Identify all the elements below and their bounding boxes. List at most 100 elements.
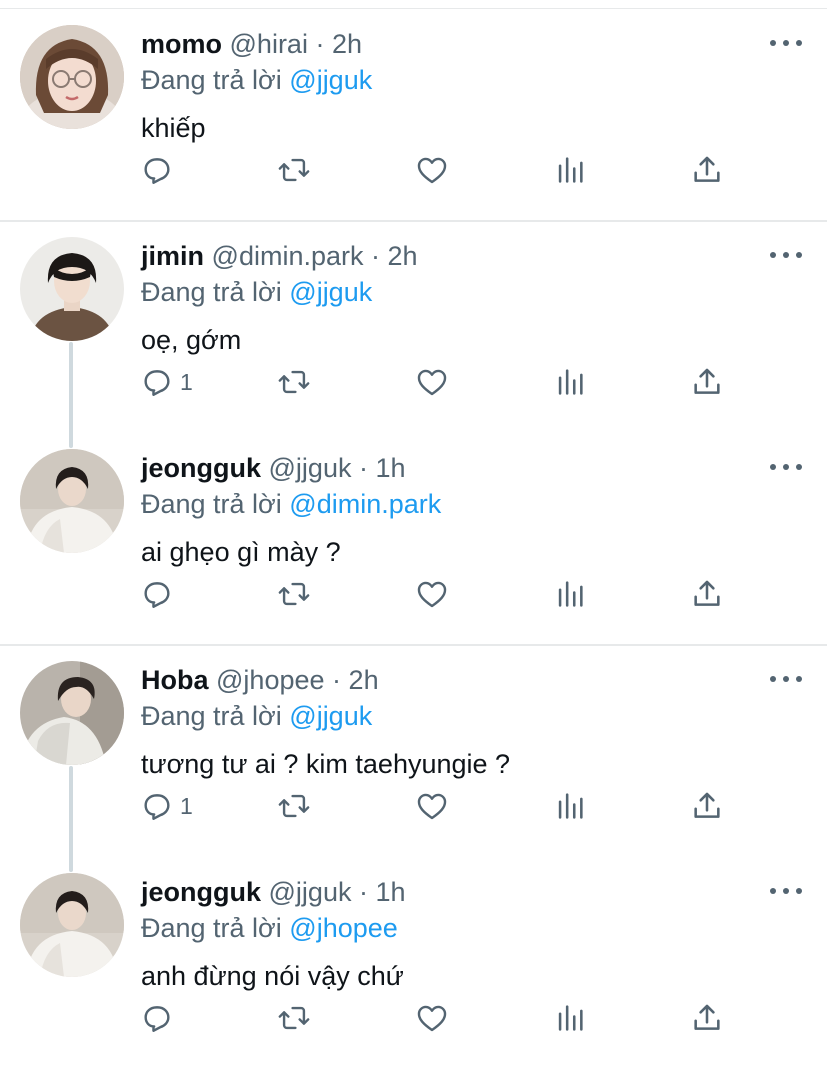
- tweet-text: ai ghẹo gì mày ?: [141, 537, 341, 567]
- views-button[interactable]: [553, 784, 587, 828]
- avatar-image: [20, 237, 124, 341]
- replying-to-label: Đang trả lời: [141, 65, 282, 95]
- tweet-text: oẹ, gớm: [141, 325, 242, 355]
- timestamp[interactable]: 2h: [388, 241, 418, 271]
- replying-to-label: Đang trả lời: [141, 913, 282, 943]
- mention-link[interactable]: @jjguk: [289, 65, 372, 95]
- retweet-icon: [278, 1006, 310, 1030]
- views-button[interactable]: [553, 360, 587, 404]
- replying-to: Đang trả lời @dimin.park: [141, 484, 441, 524]
- display-name[interactable]: jeongguk: [141, 453, 261, 483]
- like-button[interactable]: [415, 572, 449, 616]
- timestamp[interactable]: 2h: [332, 29, 362, 59]
- avatar[interactable]: [20, 25, 124, 129]
- replying-to-label: Đang trả lời: [141, 489, 282, 519]
- reply-button[interactable]: [140, 148, 180, 192]
- reply-count: 1: [180, 368, 193, 395]
- display-name[interactable]: Hoba: [141, 665, 209, 695]
- views-icon: [558, 793, 583, 819]
- mention-link[interactable]: @jjguk: [289, 277, 372, 307]
- reply-button[interactable]: 1: [140, 360, 193, 404]
- like-button[interactable]: [415, 996, 449, 1040]
- more-icon[interactable]: [770, 454, 802, 480]
- share-button[interactable]: [690, 784, 724, 828]
- more-icon[interactable]: [770, 666, 802, 692]
- like-button[interactable]: [415, 148, 449, 192]
- display-name[interactable]: jimin: [141, 241, 204, 271]
- retweet-button[interactable]: [277, 148, 311, 192]
- reply-icon: [144, 158, 170, 184]
- more-icon[interactable]: [770, 30, 802, 56]
- mention-link[interactable]: @dimin.park: [289, 489, 441, 519]
- share-icon: [694, 580, 720, 606]
- user-handle[interactable]: @jjguk: [269, 453, 352, 483]
- reply-icon: [144, 582, 170, 608]
- more-icon[interactable]: [770, 878, 802, 904]
- avatar[interactable]: [20, 237, 124, 341]
- avatar-image: [20, 873, 124, 977]
- views-icon: [558, 581, 583, 607]
- retweet-icon: [278, 370, 310, 394]
- share-icon: [694, 1004, 720, 1030]
- reply-button[interactable]: [140, 572, 180, 616]
- action-bar: [0, 148, 827, 192]
- tweet-header: jeongguk @jjguk · 1h: [141, 872, 406, 912]
- action-bar: 1: [0, 360, 827, 404]
- share-icon: [694, 156, 720, 182]
- like-icon: [417, 581, 447, 608]
- mention-link[interactable]: @jjguk: [289, 701, 372, 731]
- user-handle[interactable]: @jhopee: [216, 665, 325, 695]
- retweet-icon: [278, 582, 310, 606]
- views-icon: [558, 369, 583, 395]
- share-button[interactable]: [690, 572, 724, 616]
- retweet-button[interactable]: [277, 360, 311, 404]
- tweet[interactable]: jeongguk @jjguk · 1h Đang trả lời @jhope…: [0, 848, 827, 1060]
- replying-to-label: Đang trả lời: [141, 701, 282, 731]
- separator-dot: ·: [358, 877, 368, 907]
- avatar[interactable]: [20, 449, 124, 553]
- like-button[interactable]: [415, 784, 449, 828]
- timestamp[interactable]: 1h: [376, 453, 406, 483]
- replying-to: Đang trả lời @jhopee: [141, 908, 398, 948]
- like-button[interactable]: [415, 360, 449, 404]
- tweet[interactable]: momo @hirai · 2h Đang trả lời @jjguk khi…: [0, 0, 827, 212]
- display-name[interactable]: jeongguk: [141, 877, 261, 907]
- retweet-button[interactable]: [277, 784, 311, 828]
- share-icon: [694, 368, 720, 394]
- tweet[interactable]: jimin @dimin.park · 2h Đang trả lời @jjg…: [0, 212, 827, 424]
- reply-button[interactable]: [140, 996, 180, 1040]
- reply-button[interactable]: 1: [140, 784, 193, 828]
- separator-dot: ·: [315, 29, 325, 59]
- timestamp[interactable]: 1h: [376, 877, 406, 907]
- replying-to-label: Đang trả lời: [141, 277, 282, 307]
- views-icon: [558, 157, 583, 183]
- separator-dot: ·: [358, 453, 368, 483]
- mention-link[interactable]: @jhopee: [289, 913, 398, 943]
- views-button[interactable]: [553, 148, 587, 192]
- replying-to: Đang trả lời @jjguk: [141, 60, 372, 100]
- avatar[interactable]: [20, 873, 124, 977]
- share-button[interactable]: [690, 360, 724, 404]
- views-button[interactable]: [553, 572, 587, 616]
- like-icon: [417, 369, 447, 396]
- share-button[interactable]: [690, 996, 724, 1040]
- more-icon[interactable]: [770, 242, 802, 268]
- retweet-button[interactable]: [277, 572, 311, 616]
- tweet-header: jeongguk @jjguk · 1h: [141, 448, 406, 488]
- separator-dot: ·: [332, 665, 342, 695]
- views-button[interactable]: [553, 996, 587, 1040]
- tweet-text: khiếp: [141, 113, 206, 143]
- retweet-button[interactable]: [277, 996, 311, 1040]
- user-handle[interactable]: @hirai: [230, 29, 308, 59]
- user-handle[interactable]: @jjguk: [269, 877, 352, 907]
- timestamp[interactable]: 2h: [349, 665, 379, 695]
- user-handle[interactable]: @dimin.park: [212, 241, 364, 271]
- avatar[interactable]: [20, 661, 124, 765]
- display-name[interactable]: momo: [141, 29, 222, 59]
- tweet[interactable]: Hoba @jhopee · 2h Đang trả lời @jjguk tư…: [0, 636, 827, 848]
- like-icon: [417, 1005, 447, 1032]
- tweet-header: momo @hirai · 2h: [141, 24, 362, 64]
- tweet[interactable]: jeongguk @jjguk · 1h Đang trả lời @dimin…: [0, 424, 827, 636]
- share-button[interactable]: [690, 148, 724, 192]
- action-bar: [0, 572, 827, 616]
